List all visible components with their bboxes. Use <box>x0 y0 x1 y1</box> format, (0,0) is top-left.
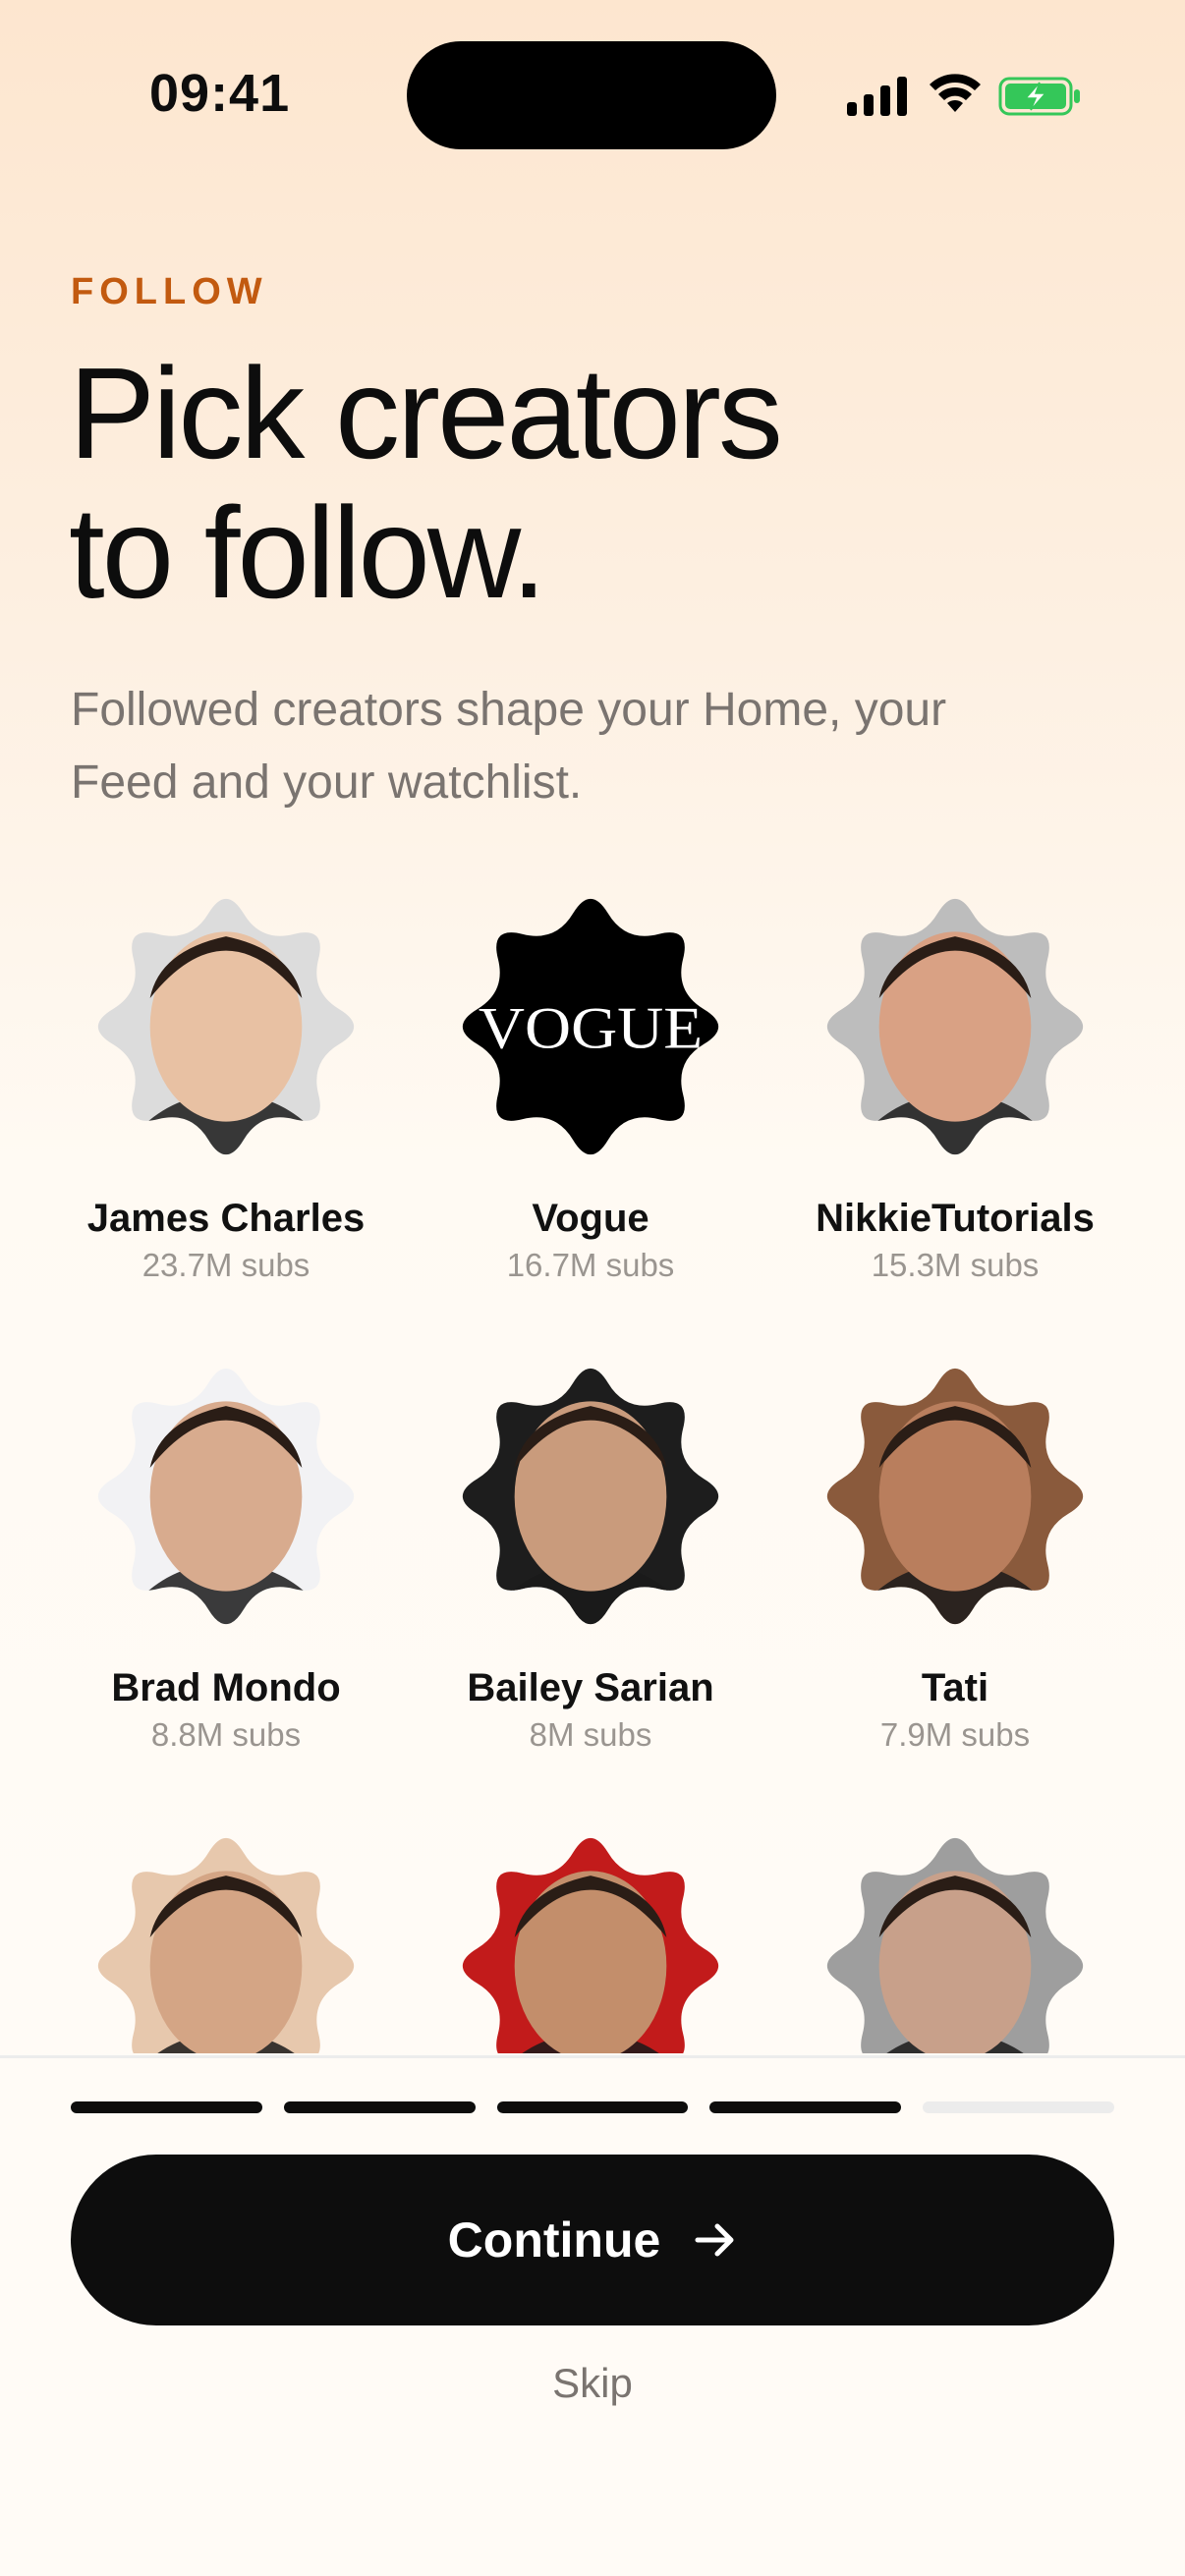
creator-name: James Charles <box>86 1197 366 1240</box>
creator-card[interactable]: NikkieTutorials 15.3M subs <box>773 884 1137 1284</box>
creator-grid: James Charles 23.7M subs VOGUE Vogue 16.7M s… <box>0 884 1185 2053</box>
progress-segment <box>283 2101 476 2113</box>
page-title-line-1: Pick creators <box>69 341 783 485</box>
creator-name: Tati <box>921 1666 989 1709</box>
creator-card[interactable]: Tati 7.9M subs <box>773 1354 1137 1754</box>
skip-button[interactable]: Skip <box>0 2360 1185 2407</box>
creator-name: NikkieTutorials <box>816 1197 1095 1240</box>
creator-avatar <box>462 1368 719 1625</box>
creator-subscriber-count: 23.7M subs <box>141 1247 310 1283</box>
page-subtitle: Followed creators shape your Home, your … <box>71 684 947 809</box>
creator-card[interactable] <box>773 1823 1137 2053</box>
page-title-line-2: to follow. <box>69 480 547 625</box>
cellular-signal-icon <box>847 77 907 116</box>
creator-card[interactable]: James Charles 23.7M subs <box>44 884 408 1284</box>
continue-button-label: Continue <box>447 2212 661 2268</box>
arrow-right-icon <box>695 2223 734 2257</box>
creator-avatar <box>97 1368 355 1625</box>
creator-name: Brad Mondo <box>111 1666 341 1709</box>
creator-avatar <box>462 1837 719 2053</box>
creator-card[interactable]: Bailey Sarian 8M subs <box>409 1354 772 1754</box>
status-bar: 09:41 <box>0 0 1185 177</box>
step-progress <box>71 2101 1114 2113</box>
creator-subscriber-count: 15.3M subs <box>871 1247 1040 1283</box>
wifi-icon <box>930 74 981 112</box>
progress-segment <box>709 2101 902 2113</box>
creator-card[interactable] <box>409 1823 772 2053</box>
creator-subscriber-count: 8M subs <box>529 1716 652 1753</box>
creator-subscriber-count: 8.8M subs <box>150 1716 302 1753</box>
creator-card[interactable] <box>44 1823 408 2053</box>
progress-segment <box>923 2101 1114 2113</box>
battery-charging-icon <box>998 77 1080 116</box>
section-eyebrow: FOLLOW <box>71 271 268 312</box>
creator-avatar <box>97 1837 355 2053</box>
dynamic-island <box>407 41 776 149</box>
creator-logo: VOGUE <box>462 898 719 1155</box>
status-time: 09:41 <box>149 64 291 123</box>
page-title: Pick creators to follow. <box>69 344 1051 623</box>
progress-segment <box>71 2101 262 2113</box>
creator-card[interactable]: Brad Mondo 8.8M subs <box>44 1354 408 1754</box>
creator-name: Bailey Sarian <box>467 1666 714 1709</box>
creator-name: Vogue <box>532 1197 649 1240</box>
creator-avatar <box>826 1368 1084 1625</box>
creator-avatar <box>826 1837 1084 2053</box>
creator-card[interactable]: VOGUE Vogue 16.7M subs <box>409 884 772 1284</box>
progress-segment <box>496 2101 689 2113</box>
creator-avatar <box>97 898 355 1155</box>
creator-avatar <box>826 898 1084 1155</box>
creator-subscriber-count: 7.9M subs <box>879 1716 1031 1753</box>
creator-subscriber-count: 16.7M subs <box>506 1247 675 1283</box>
continue-button[interactable]: Continue <box>71 2155 1114 2325</box>
vogue-logo-text: VOGUE <box>479 995 703 1060</box>
